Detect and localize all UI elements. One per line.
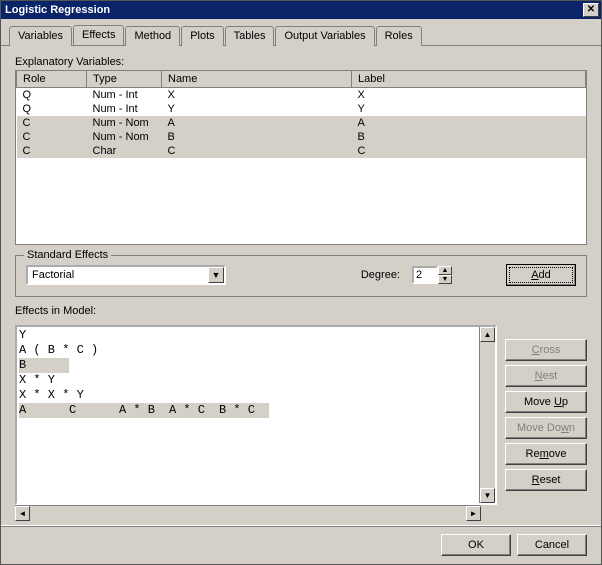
table-row[interactable]: CCharCC (17, 144, 586, 158)
spin-down-icon[interactable]: ▼ (438, 275, 452, 284)
col-type[interactable]: Type (87, 71, 162, 88)
tab-roles[interactable]: Roles (376, 26, 422, 46)
col-role[interactable]: Role (17, 71, 87, 88)
scroll-up-icon[interactable]: ▲ (480, 327, 495, 342)
tab-output-variables[interactable]: Output Variables (275, 26, 374, 46)
standard-effects-group: Standard Effects Factorial ▼ Degree: ▲ ▼… (15, 255, 587, 297)
title-bar: Logistic Regression ✕ (1, 1, 601, 19)
standard-effects-legend: Standard Effects (24, 249, 111, 261)
side-button-group: Cross Nest Move Up Move Down Remove Rese… (505, 325, 587, 521)
scroll-down-icon[interactable]: ▼ (480, 488, 495, 503)
list-item[interactable]: A * C (169, 403, 219, 418)
add-button[interactable]: Add (506, 264, 576, 286)
scroll-right-icon[interactable]: ► (466, 506, 481, 521)
tab-strip: Variables Effects Method Plots Tables Ou… (1, 19, 601, 46)
remove-button[interactable]: Remove (505, 443, 587, 465)
degree-input[interactable] (412, 266, 438, 284)
combo-value: Factorial (32, 269, 74, 281)
explanatory-label: Explanatory Variables: (15, 56, 587, 68)
nest-button[interactable]: Nest (505, 365, 587, 387)
col-label[interactable]: Label (352, 71, 586, 88)
tab-method[interactable]: Method (125, 26, 180, 46)
horizontal-scrollbar[interactable]: ◄ ► (15, 505, 481, 521)
ok-button[interactable]: OK (441, 534, 511, 556)
list-item[interactable]: Y (19, 328, 477, 343)
degree-label: Degree: (361, 269, 400, 281)
list-item[interactable]: A * B (119, 403, 169, 418)
vertical-scrollbar[interactable]: ▲ ▼ (479, 327, 495, 503)
list-item[interactable]: B * C (219, 403, 269, 418)
close-icon[interactable]: ✕ (583, 3, 599, 17)
table-row[interactable]: QNum - IntXX (17, 88, 586, 103)
list-item[interactable]: X * X * Y (19, 388, 477, 403)
list-item[interactable]: C (69, 403, 119, 418)
degree-spinner[interactable]: ▲ ▼ (412, 266, 452, 284)
effect-type-combo[interactable]: Factorial ▼ (26, 265, 226, 285)
tab-panel-effects: Explanatory Variables: Role Type Name La… (1, 46, 601, 525)
reset-button[interactable]: Reset (505, 469, 587, 491)
tab-plots[interactable]: Plots (181, 26, 223, 46)
cancel-button[interactable]: Cancel (517, 534, 587, 556)
list-item[interactable]: A ( B * C ) (19, 343, 477, 358)
chevron-down-icon[interactable]: ▼ (208, 267, 224, 283)
explanatory-table[interactable]: Role Type Name Label QNum - IntXXQNum - … (15, 70, 587, 245)
move-down-button[interactable]: Move Down (505, 417, 587, 439)
list-item[interactable]: B (19, 358, 69, 373)
dialog-footer: OK Cancel (1, 525, 601, 564)
col-name[interactable]: Name (162, 71, 352, 88)
scroll-left-icon[interactable]: ◄ (15, 506, 30, 521)
list-item[interactable]: X * Y (19, 373, 477, 388)
spin-up-icon[interactable]: ▲ (438, 266, 452, 275)
move-up-button[interactable]: Move Up (505, 391, 587, 413)
table-row[interactable]: CNum - NomAA (17, 116, 586, 130)
table-row[interactable]: QNum - IntYY (17, 102, 586, 116)
dialog-window: Logistic Regression ✕ Variables Effects … (0, 0, 602, 565)
tab-variables[interactable]: Variables (9, 26, 72, 46)
cross-button[interactable]: Cross (505, 339, 587, 361)
window-title: Logistic Regression (5, 4, 583, 16)
effects-in-model-label: Effects in Model: (15, 305, 587, 317)
list-item[interactable]: A (19, 403, 69, 418)
tab-effects[interactable]: Effects (73, 25, 124, 45)
effects-listbox[interactable]: YA ( B * C )BX * YX * X * YACA * BA * CB… (15, 325, 497, 505)
tab-tables[interactable]: Tables (225, 26, 275, 46)
table-row[interactable]: CNum - NomBB (17, 130, 586, 144)
